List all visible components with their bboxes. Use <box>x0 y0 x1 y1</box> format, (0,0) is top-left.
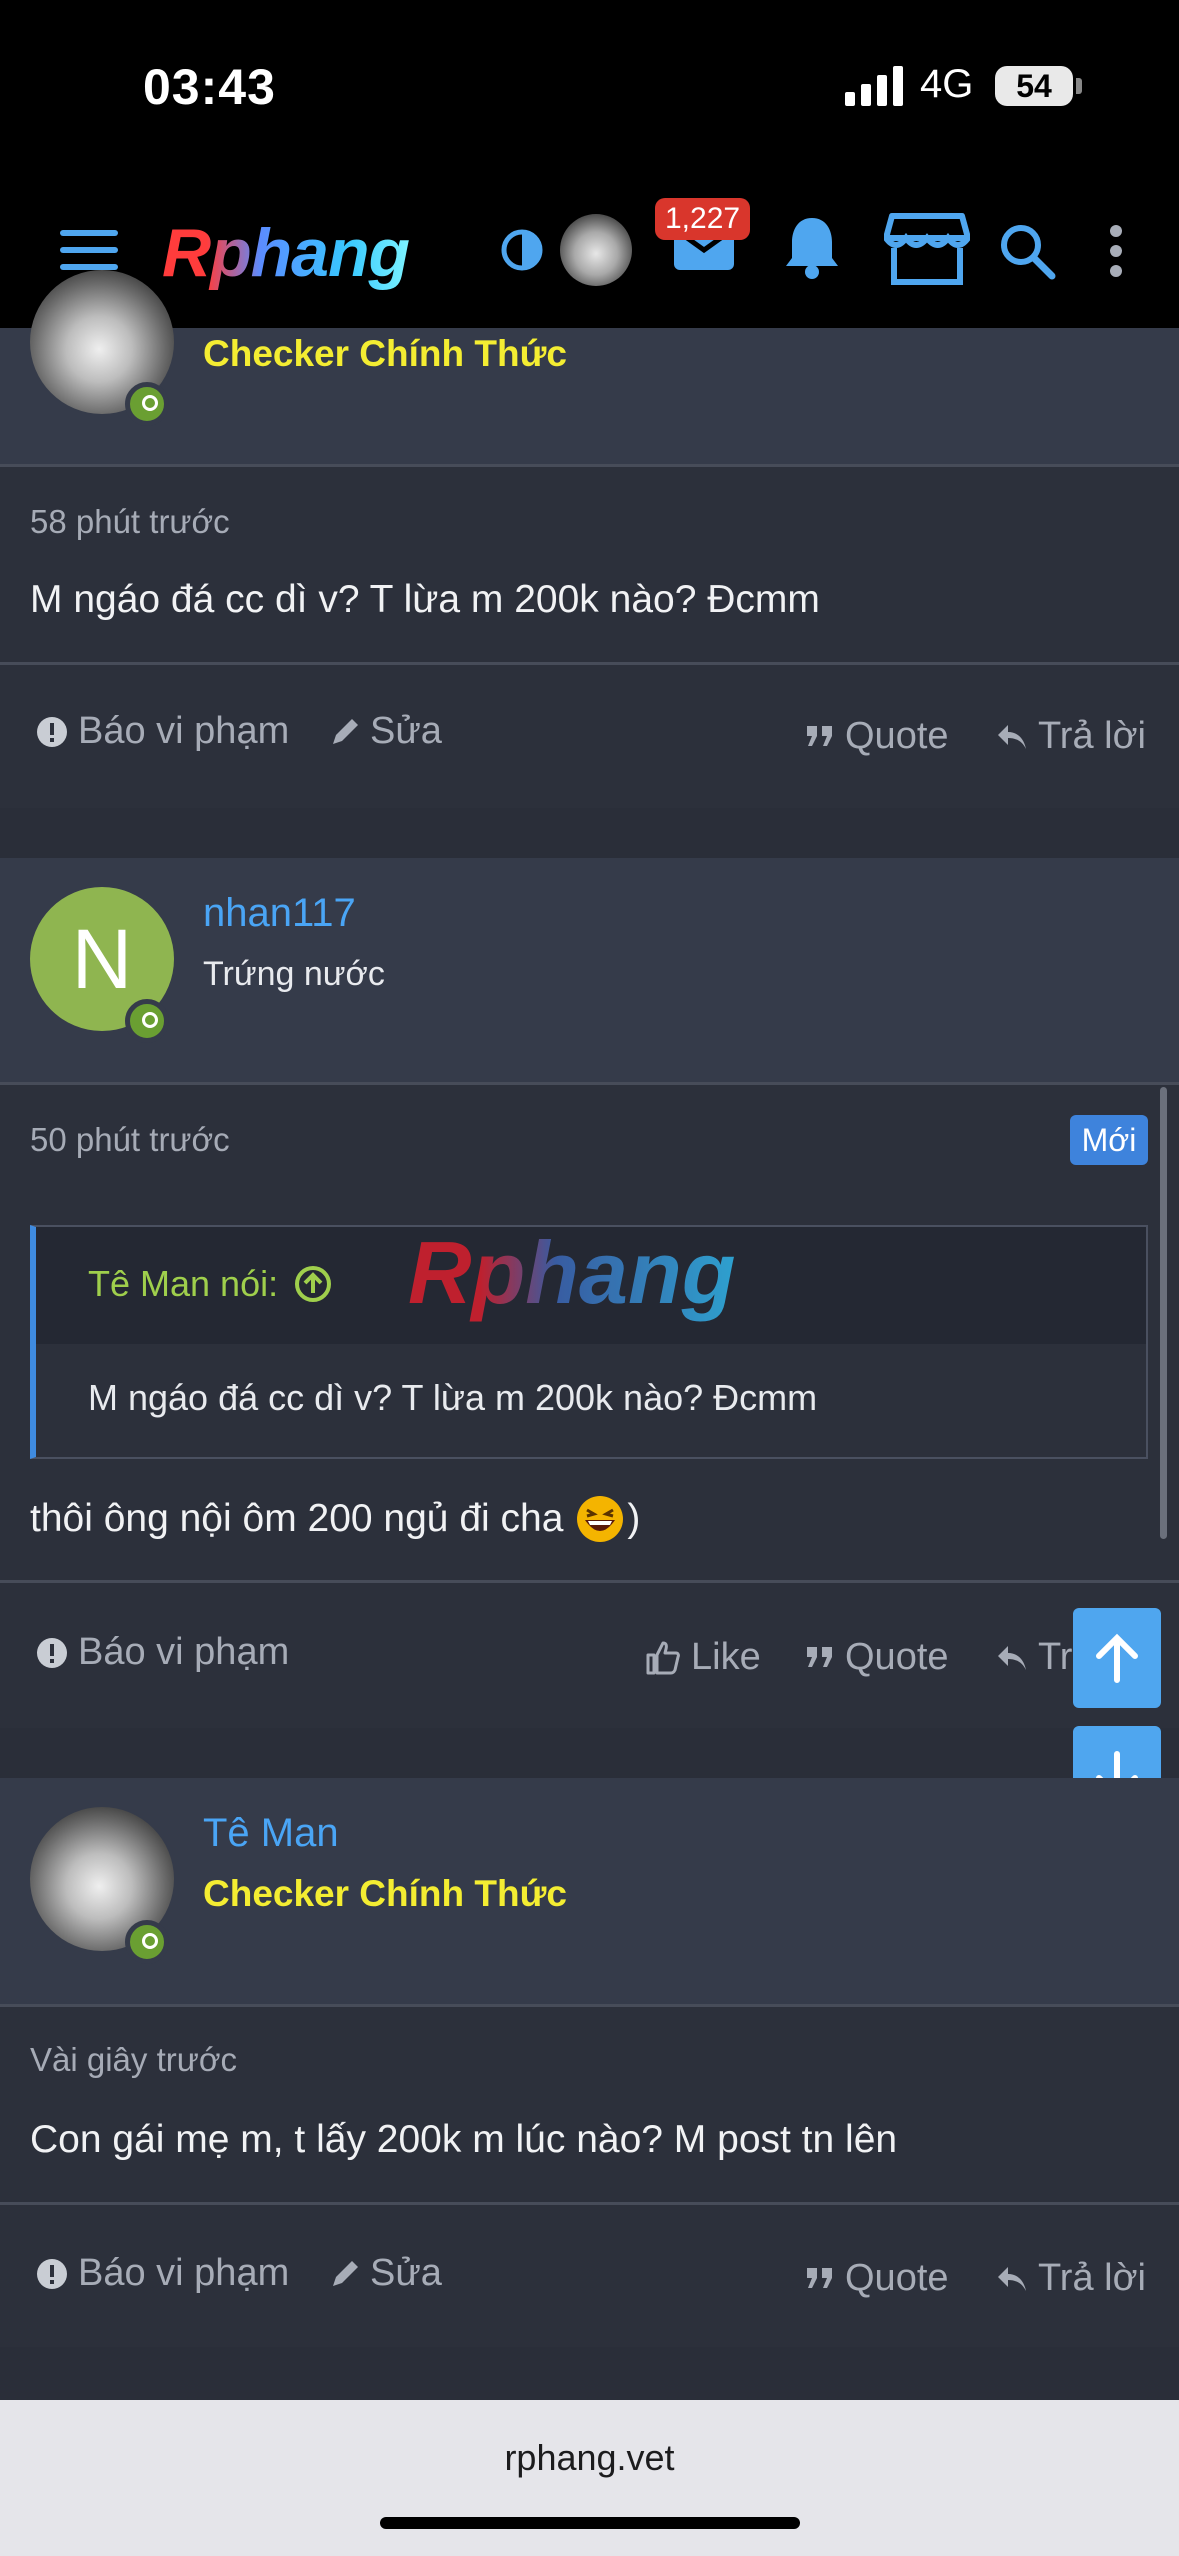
bell-icon[interactable] <box>782 214 842 280</box>
scrollbar[interactable] <box>1160 1087 1167 1539</box>
quote-label: Quote <box>845 1636 949 1678</box>
pencil-icon <box>333 718 358 744</box>
post-header <box>0 1778 1179 2004</box>
quote-icon <box>807 1646 832 1667</box>
reply-label: Tr <box>1038 1636 1073 1678</box>
quote-label: Quote <box>845 2257 949 2299</box>
quote-button[interactable]: Quote <box>805 715 949 758</box>
post-user-title: Trứng nước <box>203 955 385 993</box>
battery-level: 54 <box>1016 68 1052 104</box>
network-type: 4G <box>920 62 974 106</box>
more-vertical-icon[interactable] <box>1106 224 1126 278</box>
arrow-up-circle-icon[interactable] <box>294 1265 332 1303</box>
online-status-icon <box>125 1920 169 1964</box>
report-label: Báo vi phạm <box>78 2252 290 2294</box>
post-username[interactable]: nhan117 <box>203 891 356 936</box>
quote-icon <box>807 2267 832 2288</box>
quote-author-label: Tê Man nói: <box>88 1263 279 1304</box>
reply-icon <box>998 724 1026 749</box>
report-label: Báo vi phạm <box>78 710 290 752</box>
alert-icon <box>37 716 67 747</box>
post-user-title: Checker Chính Thức <box>203 1873 567 1914</box>
site-logo[interactable]: Rphang <box>162 214 410 292</box>
quote-text: M ngáo đá cc dì v? T lừa m 200k nào? Đcm… <box>88 1377 818 1418</box>
post-user-title: Checker Chính Thức <box>203 333 567 374</box>
post-time[interactable]: Vài giây trước <box>30 2041 237 2079</box>
edit-button[interactable]: Sửa <box>330 710 442 753</box>
divider <box>0 662 1179 665</box>
theme-toggle-icon[interactable] <box>500 228 544 272</box>
post-header <box>0 858 1179 1082</box>
quote-button[interactable]: Quote <box>805 1636 949 1679</box>
quote-button[interactable]: Quote <box>805 2257 949 2300</box>
alert-icon <box>37 1637 67 1668</box>
like-button[interactable]: Like <box>645 1636 761 1679</box>
url-bar[interactable]: rphang.vet <box>0 2437 1179 2479</box>
user-avatar[interactable] <box>560 214 632 286</box>
report-button[interactable]: Báo vi phạm <box>36 1631 289 1674</box>
thumbs-up-icon <box>646 1641 680 1674</box>
post-time[interactable]: 58 phút trước <box>30 503 230 541</box>
quote-author[interactable]: Tê Man nói: <box>88 1263 332 1305</box>
watermark-logo: Rphang <box>408 1223 736 1322</box>
home-indicator[interactable] <box>380 2517 800 2529</box>
reply-button[interactable]: Trả lời <box>996 715 1146 758</box>
post-message: Con gái mẹ m, t lấy 200k m lúc nào? M po… <box>30 2118 898 2161</box>
menu-icon[interactable] <box>60 226 120 274</box>
pencil-icon <box>333 2260 358 2286</box>
online-status-icon <box>125 999 169 1043</box>
laughing-emoji-icon <box>577 1496 624 1542</box>
edit-label: Sửa <box>370 2252 442 2294</box>
battery-tip <box>1076 78 1082 94</box>
post-username[interactable]: Tê Man <box>203 1811 339 1856</box>
reply-label: Trả lời <box>1038 715 1146 757</box>
report-button[interactable]: Báo vi phạm <box>36 710 289 753</box>
divider <box>0 1580 1179 1583</box>
post-message: M ngáo đá cc dì v? T lừa m 200k nào? Đcm… <box>30 578 820 621</box>
quote-icon <box>807 725 832 746</box>
post-message: thôi ông nội ôm 200 ngủ đi cha ) <box>30 1494 640 1544</box>
messages-badge: 1,227 <box>655 198 751 240</box>
reply-label: Trả lời <box>1038 2257 1146 2299</box>
edit-button[interactable]: Sửa <box>330 2252 442 2295</box>
reply-button[interactable]: Trả lời <box>996 2257 1146 2300</box>
battery-icon: 54 <box>995 66 1073 106</box>
online-status-icon <box>125 382 169 426</box>
like-label: Like <box>691 1636 761 1678</box>
post-time[interactable]: 50 phút trước <box>30 1121 230 1159</box>
post-header <box>0 328 1179 464</box>
report-button[interactable]: Báo vi phạm <box>36 2252 289 2295</box>
scroll-top-button[interactable] <box>1073 1608 1161 1708</box>
reply-button[interactable]: Tr <box>996 1636 1072 1679</box>
alert-icon <box>37 2258 67 2289</box>
reply-icon <box>998 1645 1026 1670</box>
post-message-text: thôi ông nội ôm 200 ngủ đi cha <box>30 1497 564 1540</box>
arrow-up-icon <box>1096 1633 1138 1683</box>
search-icon[interactable] <box>998 222 1056 280</box>
divider <box>0 2202 1179 2205</box>
report-label: Báo vi phạm <box>78 1631 290 1673</box>
edit-label: Sửa <box>370 710 442 752</box>
reply-icon <box>998 2266 1026 2291</box>
signal-icon <box>845 66 903 106</box>
store-icon[interactable] <box>884 212 970 286</box>
post-message-tail: ) <box>627 1497 641 1540</box>
status-time: 03:43 <box>143 59 276 115</box>
quote-label: Quote <box>845 715 949 757</box>
new-badge: Mới <box>1070 1115 1148 1165</box>
